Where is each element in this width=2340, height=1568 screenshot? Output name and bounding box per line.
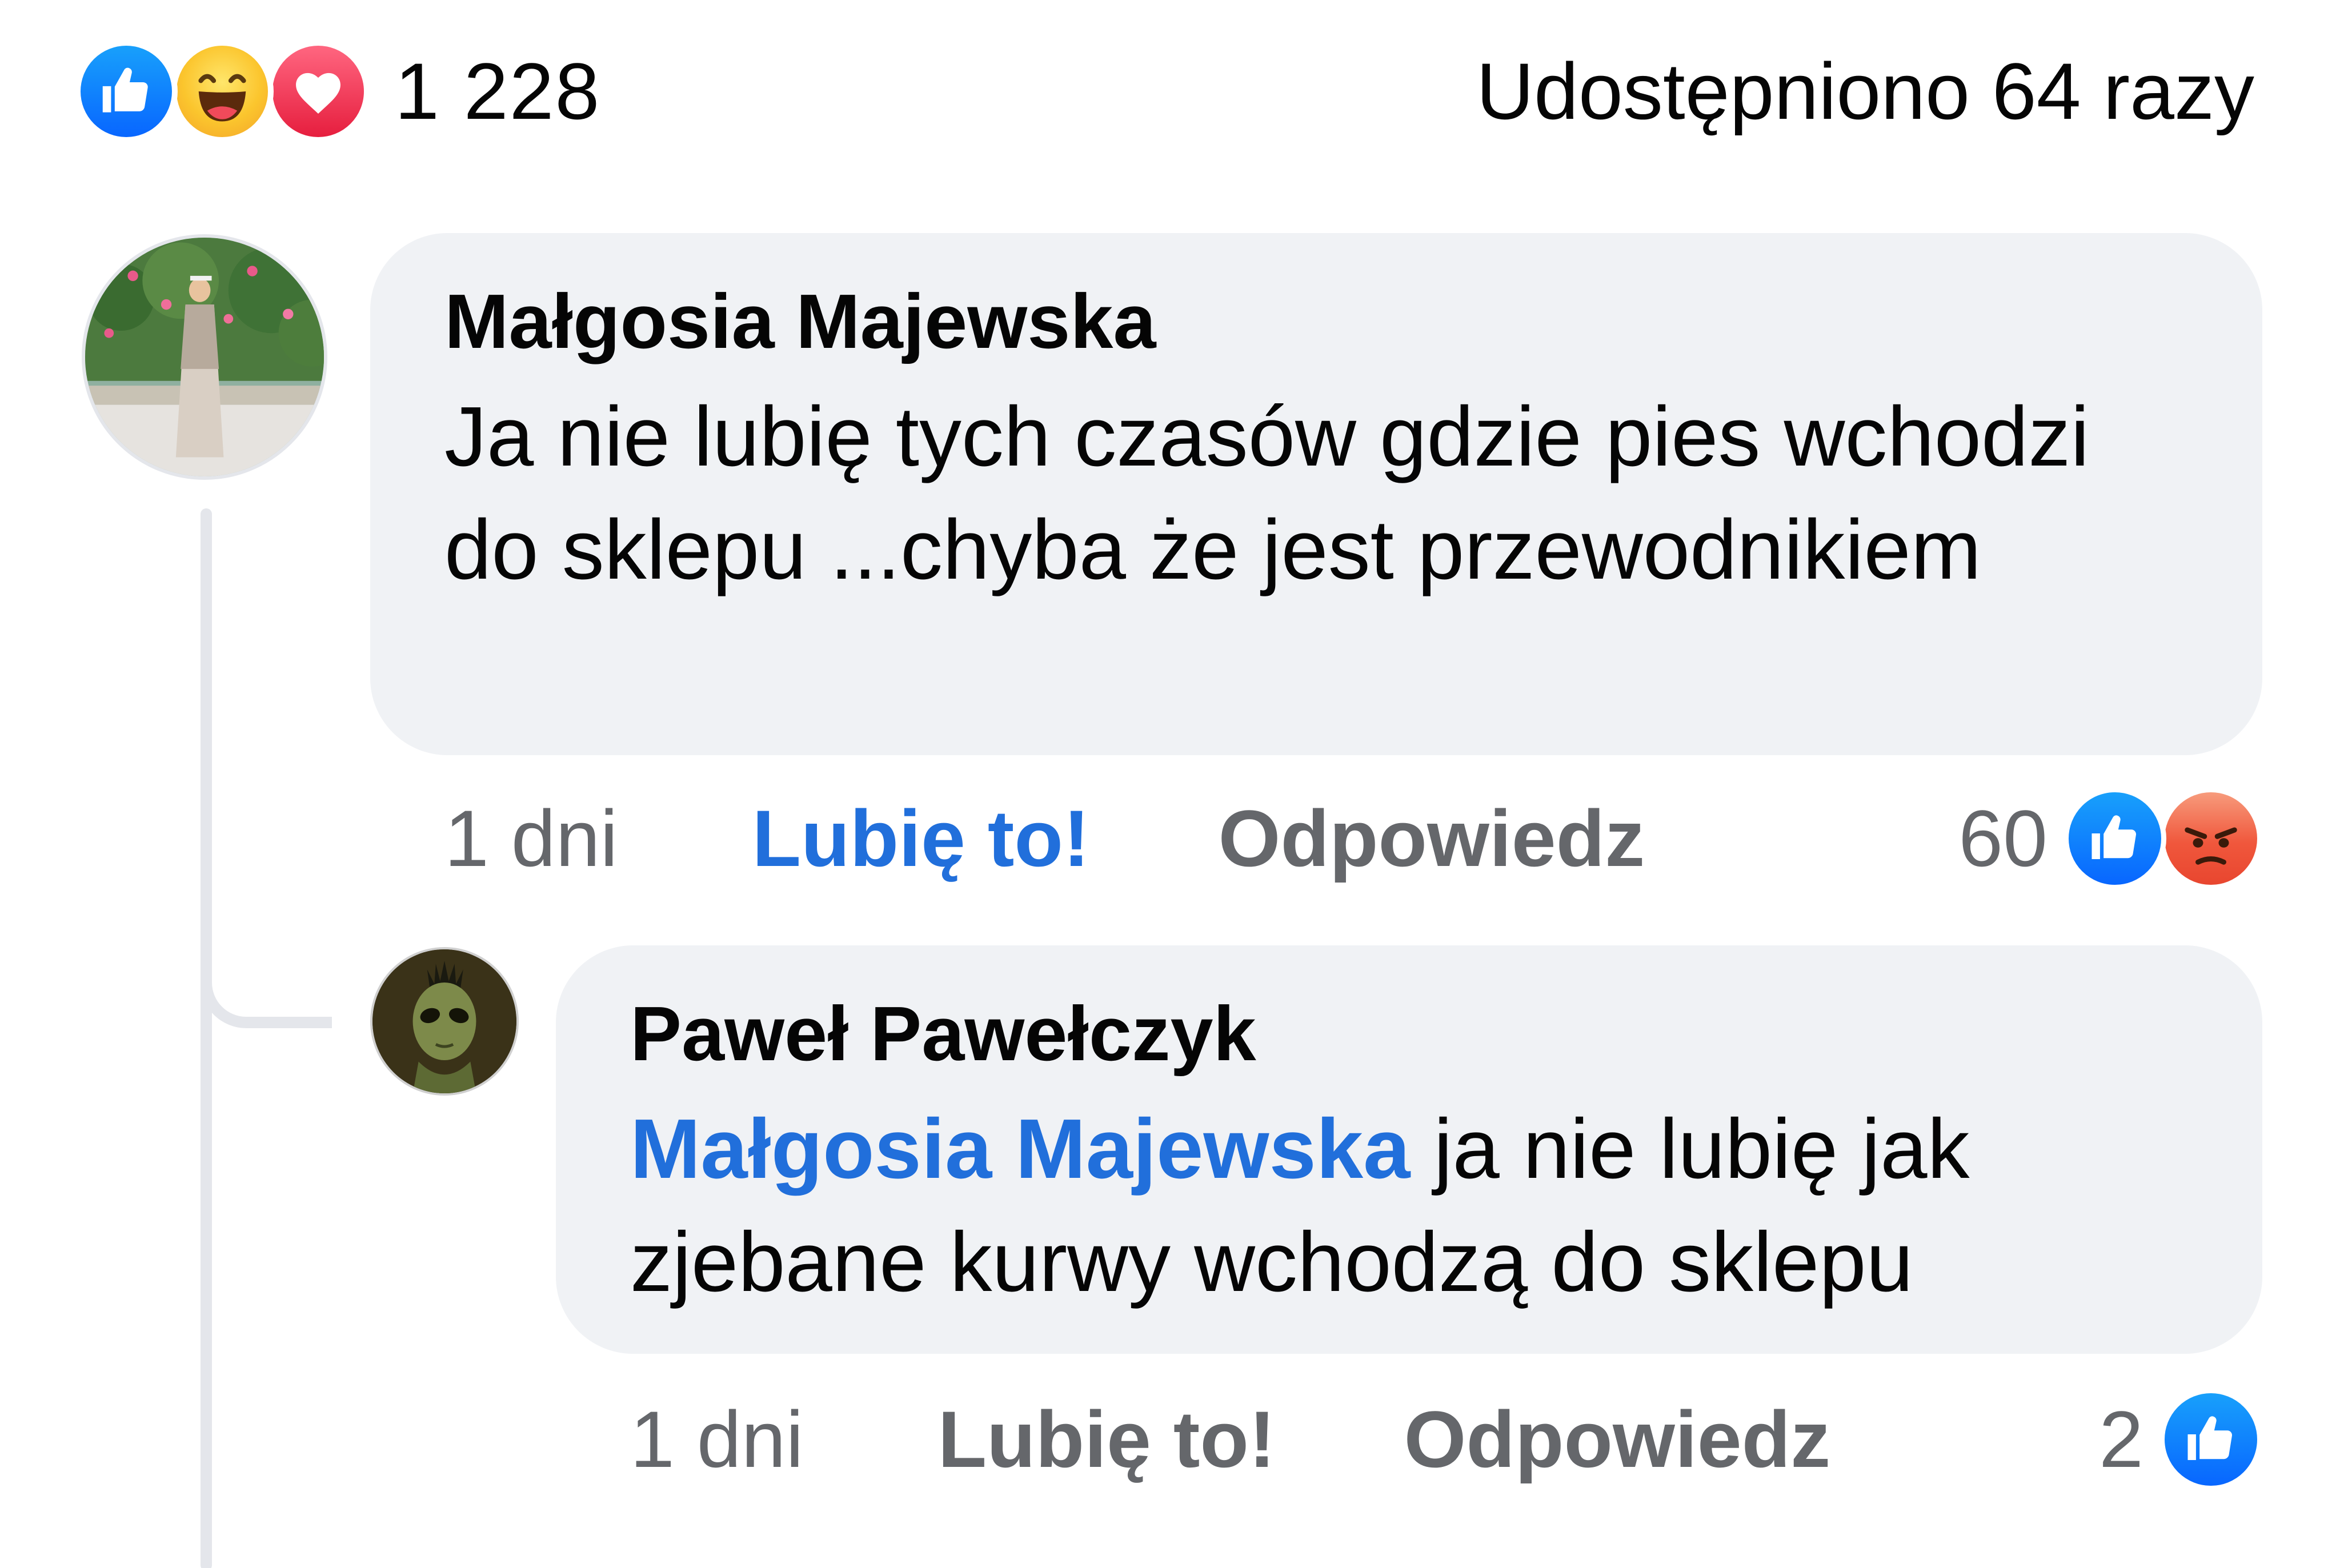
- comment-reactions[interactable]: 60: [1958, 787, 2262, 890]
- comment-reaction-count: 2: [2099, 1394, 2143, 1484]
- like-icon: [2159, 1388, 2262, 1491]
- reply-button[interactable]: Odpowiedz: [1404, 1393, 1831, 1486]
- like-icon: [2063, 787, 2166, 890]
- shares-count[interactable]: Udostępniono 64 razy: [1476, 40, 2254, 143]
- avatar[interactable]: [82, 234, 327, 480]
- post-reactions-summary[interactable]: 1 228: [75, 40, 600, 143]
- reply-connector: [201, 903, 332, 1028]
- comment-text: Ja nie lubię tych czasów gdzie pies wcho…: [444, 390, 2090, 597]
- comment-bubble: Małgosia Majewska Ja nie lubię tych czas…: [370, 233, 2262, 755]
- avatar[interactable]: [370, 947, 519, 1096]
- comment-timestamp[interactable]: 1 dni: [630, 1393, 804, 1486]
- like-button[interactable]: Lubię to!: [938, 1393, 1276, 1486]
- comment-reactions[interactable]: 2: [2099, 1388, 2262, 1491]
- angry-icon: [2159, 787, 2262, 890]
- comment-actions: 1 dni Lubię to! Odpowiedz: [444, 787, 1645, 890]
- like-icon: [75, 40, 178, 143]
- comment-author[interactable]: Paweł Pawełczyk: [630, 985, 2188, 1082]
- love-icon: [267, 40, 370, 143]
- haha-icon: [171, 40, 274, 143]
- comment-actions: 1 dni Lubię to! Odpowiedz: [630, 1388, 1830, 1491]
- mention-link[interactable]: Małgosia Majewska: [630, 1102, 1410, 1196]
- comment-timestamp[interactable]: 1 dni: [444, 792, 618, 885]
- thread-line: [201, 508, 212, 1568]
- comment-reaction-count: 60: [1958, 793, 2048, 883]
- like-button[interactable]: Lubię to!: [752, 792, 1090, 885]
- reaction-icons: [75, 40, 370, 143]
- comment-text: Małgosia Majewska ja nie lubię jak zjeba…: [630, 1093, 2188, 1319]
- reaction-count: 1 228: [395, 46, 601, 136]
- comments-section: 1 228 Udostępniono 64 razy Małgosia Maje…: [0, 0, 2340, 1568]
- reply-button[interactable]: Odpowiedz: [1219, 792, 1645, 885]
- reply-bubble: Paweł Pawełczyk Małgosia Majewska ja nie…: [556, 945, 2262, 1354]
- comment-author[interactable]: Małgosia Majewska: [444, 273, 2188, 370]
